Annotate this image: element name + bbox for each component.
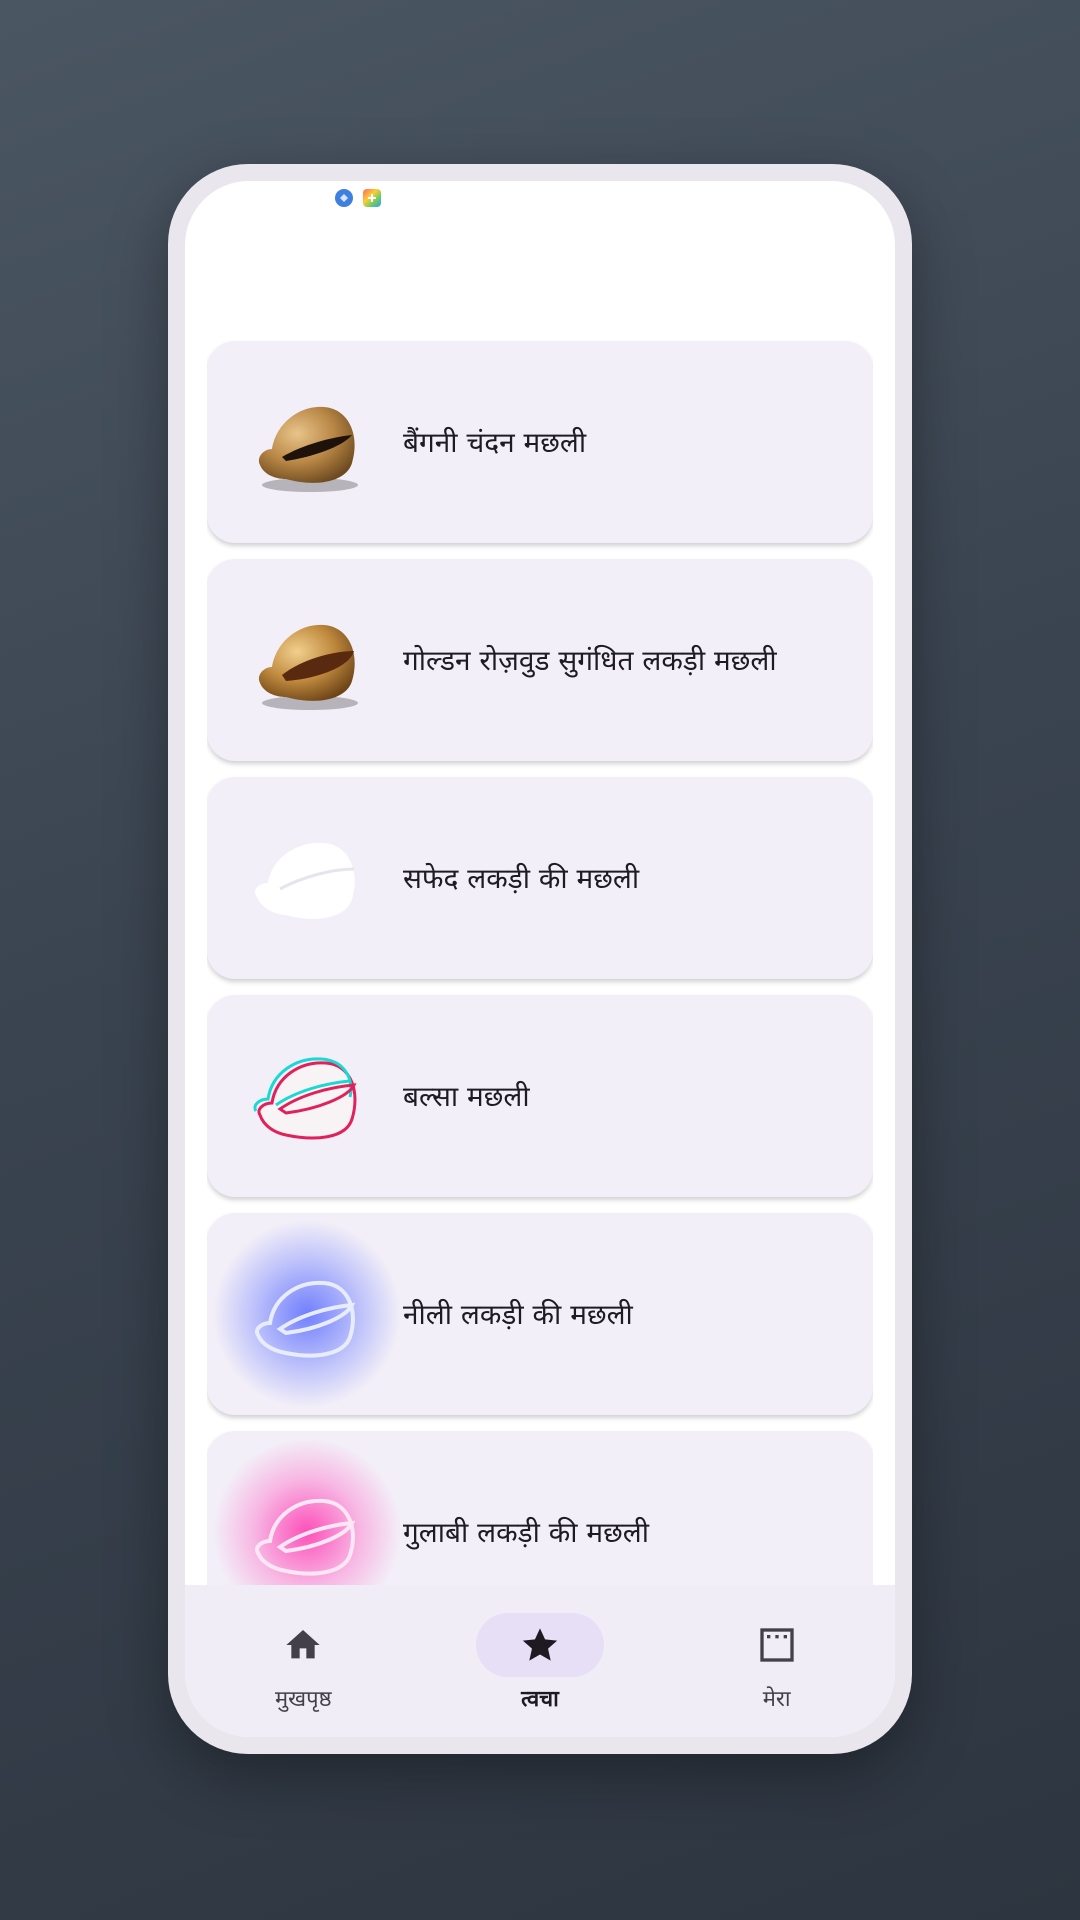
home-icon [286, 1630, 320, 1659]
list-item[interactable]: बल्सा मछली [207, 995, 873, 1197]
window-icon [759, 1628, 794, 1662]
app-screen: बैंगनी चंदन मछली गोल्डन रोज़वुड सुगंधित … [185, 181, 895, 1737]
item-label: नीली लकड़ी की मछली [403, 1298, 633, 1331]
skin-list[interactable]: बैंगनी चंदन मछली गोल्डन रोज़वुड सुगंधित … [207, 341, 873, 1585]
nav-home-indicator[interactable] [239, 1613, 367, 1677]
white-wooden-fish-icon [207, 777, 407, 979]
star-icon [522, 1628, 558, 1661]
list-item[interactable]: गोल्डन रोज़वुड सुगंधित लकड़ी मछली [207, 559, 873, 761]
item-label: सफेद लकड़ी की मछली [403, 862, 640, 895]
blue-neon-wooden-fish-icon [207, 1213, 407, 1415]
nav-mine[interactable]: मेरा [677, 1613, 877, 1713]
nav-home-label[interactable]: मुखपृष्ठ [275, 1683, 332, 1713]
nav-skin-indicator[interactable] [475, 1613, 604, 1677]
nav-mine-indicator[interactable] [713, 1613, 841, 1677]
item-label: बैंगनी चंदन मछली [403, 426, 587, 459]
item-label: गुलाबी लकड़ी की मछली [403, 1516, 650, 1549]
nav-mine-label[interactable]: मेरा [763, 1683, 791, 1713]
app-notification-icon [363, 189, 381, 207]
pink-neon-wooden-fish-icon [207, 1431, 407, 1585]
status-bar [335, 189, 381, 207]
nav-skin[interactable]: त्वचा [440, 1613, 640, 1713]
vpn-icon [335, 189, 353, 207]
nav-skin-label[interactable]: त्वचा [521, 1683, 559, 1713]
nav-home[interactable]: मुखपृष्ठ [203, 1613, 403, 1713]
list-item[interactable]: सफेद लकड़ी की मछली [207, 777, 873, 979]
golden-wooden-fish-icon [207, 559, 407, 761]
phone-frame: बैंगनी चंदन मछली गोल्डन रोज़वुड सुगंधित … [168, 164, 912, 1754]
list-item[interactable]: गुलाबी लकड़ी की मछली [207, 1431, 873, 1585]
list-item[interactable]: नीली लकड़ी की मछली [207, 1213, 873, 1415]
rgb-outline-wooden-fish-icon [207, 995, 407, 1197]
bottom-navigation: मुखपृष्ठ त्वचा मेरा [185, 1585, 895, 1737]
brown-wooden-fish-icon [207, 341, 407, 543]
item-label: बल्सा मछली [403, 1080, 530, 1113]
list-item[interactable]: बैंगनी चंदन मछली [207, 341, 873, 543]
item-label: गोल्डन रोज़वुड सुगंधित लकड़ी मछली [403, 644, 777, 677]
